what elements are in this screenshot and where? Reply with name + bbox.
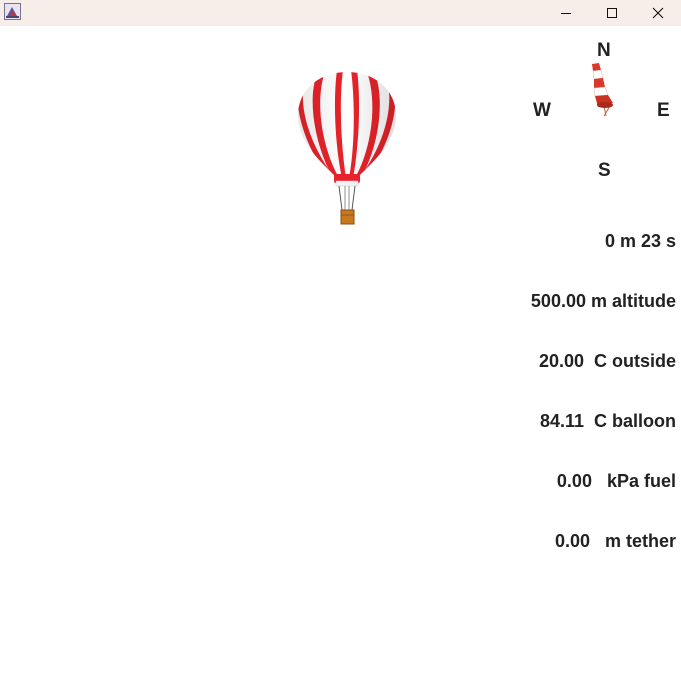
compass-north-label: N [597,40,611,61]
close-icon [652,7,664,19]
outside-temperature-readout: 20.00 C outside [538,351,676,371]
minimize-icon [561,13,571,14]
altitude-readout: 500.00 m altitude [530,291,676,311]
balloon-temperature-readout: 84.11 C balloon [539,411,676,431]
maximize-icon [607,8,617,18]
app-window: N W E S 0 m 23 s 500.00 m altitude 20.00… [0,0,681,687]
flight-readout: 0 m 23 s 500.00 m altitude 20.00 C outsi… [476,191,676,591]
compass-west-label: W [533,100,551,121]
java-app-icon [4,3,21,20]
windsock-icon [592,63,613,117]
maximize-button[interactable] [589,0,635,26]
hot-air-balloon-icon [298,72,396,225]
simulation-canvas[interactable]: N W E S 0 m 23 s 500.00 m altitude 20.00… [0,26,681,687]
elapsed-time-readout: 0 m 23 s [604,231,676,251]
tether-length-readout: 0.00 m tether [554,531,676,551]
compass-east-label: E [657,100,670,121]
title-bar[interactable] [0,0,681,26]
minimize-button[interactable] [543,0,589,26]
compass-south-label: S [598,160,611,181]
close-button[interactable] [635,0,681,26]
fuel-pressure-readout: 0.00 kPa fuel [556,471,676,491]
